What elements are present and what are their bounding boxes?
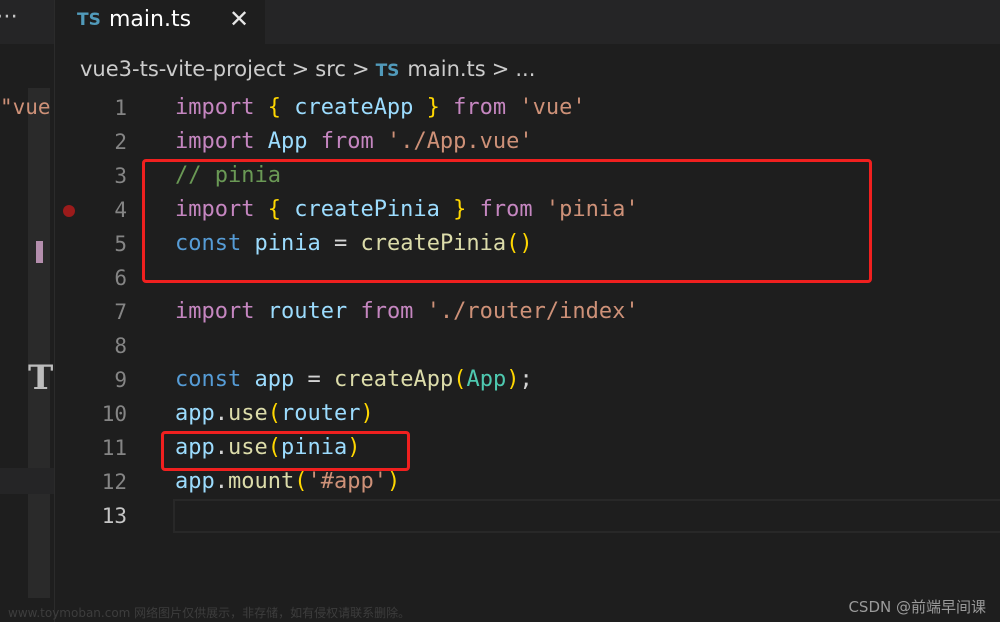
typescript-file-icon: TS: [375, 61, 400, 81]
code-token: from: [307, 129, 387, 154]
code-token: 'vue': [519, 95, 586, 120]
line-number: 13: [101, 504, 127, 528]
line-number: 1: [114, 96, 127, 120]
code-token: (: [267, 401, 281, 426]
code-token: createApp: [294, 95, 414, 120]
breadcrumb-folder[interactable]: src: [315, 57, 346, 81]
code-token: ): [506, 367, 520, 392]
line-number: 11: [101, 436, 127, 460]
code-token: {: [267, 95, 295, 120]
code-token: from: [347, 299, 427, 324]
code-token: }: [413, 95, 440, 120]
code-token: ;: [519, 367, 533, 392]
code-token: router: [281, 401, 361, 426]
code-text: const app = createApp(App);: [175, 363, 533, 397]
text-cursor-icon: T: [28, 358, 54, 398]
code-line[interactable]: 7 import router from './router/index': [55, 295, 1000, 329]
chevron-right-icon: >: [291, 57, 310, 81]
chevron-right-icon: >: [351, 57, 370, 81]
code-token: (: [294, 469, 308, 494]
code-token: app: [254, 367, 295, 392]
line-number: 2: [114, 130, 127, 154]
breadcrumb-file[interactable]: main.ts: [407, 57, 485, 81]
watermark-left: www.toymoban.com 网络图片仅供展示，非存储，如有侵权请联系删除。: [8, 606, 411, 620]
line-number: 10: [101, 402, 127, 426]
code-token: const: [175, 367, 255, 392]
code-text: import router from './router/index': [175, 295, 639, 329]
side-panel-band: [0, 468, 54, 494]
code-line[interactable]: 1 import { createApp } from 'vue': [55, 91, 1000, 125]
tab-bar: TS main.ts ✕: [55, 0, 1000, 44]
line-number: 4: [114, 198, 127, 222]
side-panel-snippet: "vue: [0, 95, 51, 119]
code-token: ): [360, 401, 374, 426]
code-line[interactable]: 9 const app = createApp(App);: [55, 363, 1000, 397]
chevron-right-icon: >: [491, 57, 510, 81]
code-token: from: [439, 95, 520, 120]
side-panel: ⋯ "vue T: [0, 0, 55, 622]
line-number: 6: [114, 266, 127, 290]
code-token: import: [175, 299, 268, 324]
code-token: router: [267, 299, 348, 324]
code-token: mount: [228, 469, 295, 494]
line-number: 7: [114, 300, 127, 324]
more-actions-icon[interactable]: ⋯: [0, 4, 19, 29]
close-icon[interactable]: ✕: [229, 5, 249, 33]
code-line[interactable]: 8: [55, 329, 1000, 363]
tab-label[interactable]: main.ts: [109, 7, 191, 32]
code-token: './App.vue': [386, 129, 533, 154]
code-line[interactable]: 10 app.use(router): [55, 397, 1000, 431]
code-token: import: [175, 95, 268, 120]
code-token: './router/index': [426, 299, 639, 324]
code-token: (: [453, 367, 467, 392]
minimap[interactable]: [28, 88, 50, 598]
line-number: 9: [114, 368, 127, 392]
code-token: import: [175, 129, 268, 154]
code-token: ): [386, 469, 401, 494]
code-text: app.use(router): [175, 397, 374, 431]
breadcrumb-project[interactable]: vue3-ts-vite-project: [80, 57, 286, 81]
minimap-marker: [36, 241, 43, 263]
code-token: .: [214, 469, 228, 494]
code-line[interactable]: 2 import App from './App.vue': [55, 125, 1000, 159]
code-line[interactable]: 13: [55, 499, 1000, 533]
breadcrumb: vue3-ts-vite-project > src > TS main.ts >...: [80, 57, 535, 87]
line-number: 12: [101, 470, 127, 494]
watermark-right: CSDN @前端早间课: [848, 598, 986, 616]
code-token: '#app': [307, 469, 387, 494]
code-token: App: [267, 129, 308, 154]
line-number: 8: [114, 334, 127, 358]
typescript-file-icon: TS: [77, 10, 101, 30]
code-token: app: [175, 469, 215, 494]
tab-main-ts[interactable]: TS main.ts ✕: [55, 0, 265, 44]
code-token: =: [294, 367, 334, 392]
code-token: app: [175, 401, 215, 426]
code-token: use: [228, 401, 268, 426]
line-number: 5: [114, 232, 127, 256]
line-number: 3: [114, 164, 127, 188]
breadcrumb-symbols[interactable]: ...: [515, 57, 535, 81]
code-token: .: [214, 401, 228, 426]
code-text: import { createApp } from 'vue': [175, 91, 586, 125]
code-token: App: [466, 367, 507, 392]
annotation-box-app-use-pinia: [161, 431, 410, 471]
annotation-box-pinia-import: [142, 159, 872, 283]
code-token: createApp: [333, 367, 454, 392]
code-text: import App from './App.vue': [175, 125, 533, 159]
